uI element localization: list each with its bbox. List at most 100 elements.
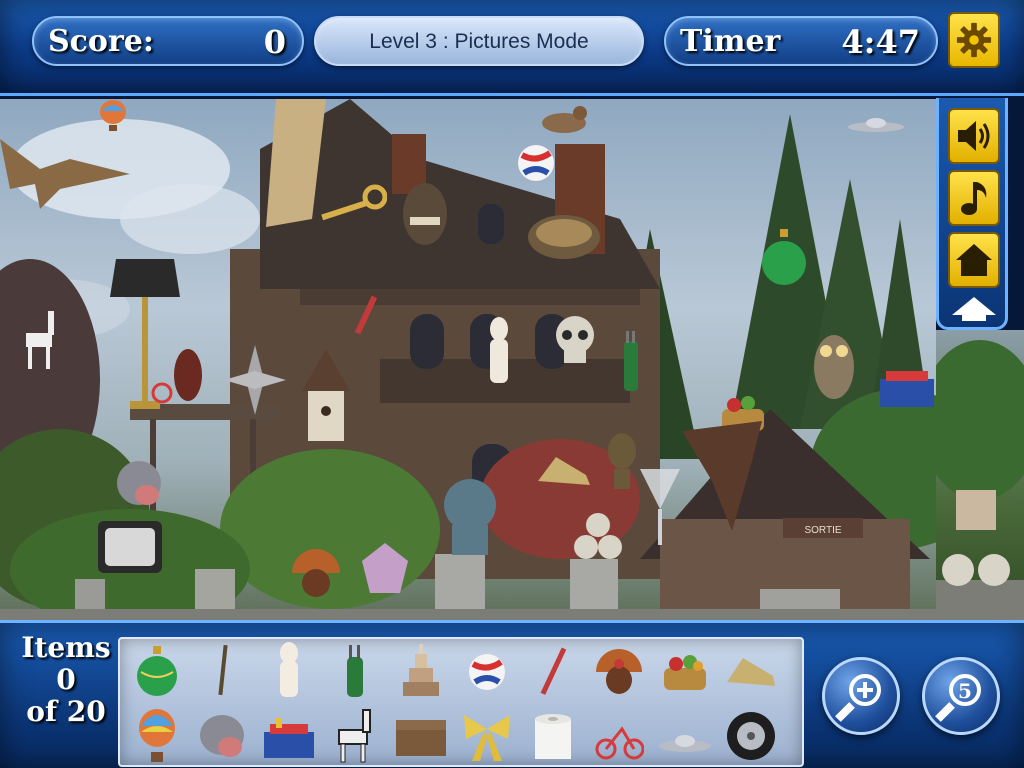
speaker-icon	[958, 121, 990, 151]
tray-item-zebra[interactable]	[326, 707, 384, 765]
side-menu	[936, 98, 1008, 330]
ufo-object[interactable]	[846, 115, 906, 135]
collapse-button[interactable]	[949, 294, 999, 324]
item-list	[118, 637, 804, 767]
crystal-object[interactable]	[360, 543, 410, 595]
tray-item-statue[interactable]	[260, 641, 318, 699]
fruit-basket-icon	[664, 655, 706, 690]
level-display: Level 3 : Pictures Mode	[314, 16, 644, 66]
pinwheel-object[interactable]	[224, 345, 286, 415]
tray-item-ufo[interactable]	[656, 715, 714, 768]
home-button[interactable]	[948, 232, 1000, 288]
gatehouse-sign: SORTIE	[804, 525, 841, 536]
cake-icon	[403, 644, 439, 696]
tray-item-tire[interactable]	[722, 707, 780, 765]
hippo-object[interactable]	[114, 457, 164, 509]
tray-item-shoe[interactable]	[722, 643, 780, 701]
tray-item-bow[interactable]	[458, 707, 516, 765]
tire-icon	[727, 712, 775, 760]
toolbox-icon	[264, 718, 314, 758]
bottom-hud: Items 0 of 20 5	[0, 620, 1024, 768]
hippo-icon	[200, 715, 244, 757]
tray-item-chest[interactable]	[392, 709, 450, 767]
tray-item-turkey[interactable]	[590, 641, 648, 699]
ornament-icon	[137, 646, 177, 696]
statue-object[interactable]	[484, 315, 514, 385]
score-value: 0	[263, 23, 286, 61]
toilet-paper-icon	[535, 714, 571, 759]
hot-air-balloon-icon	[139, 709, 175, 762]
magnifier-plus-icon	[835, 674, 881, 722]
settings-button[interactable]	[948, 12, 1000, 68]
items-total: of 20	[26, 695, 106, 728]
magnifier-hint-icon: 5	[935, 674, 981, 722]
knife-object[interactable]	[348, 295, 384, 353]
home-icon	[956, 244, 992, 276]
items-found: 0	[56, 663, 76, 696]
bat-object[interactable]	[0, 129, 130, 219]
shoe-icon	[727, 658, 775, 686]
zoom-button[interactable]	[822, 657, 900, 735]
volleyball-object[interactable]	[516, 143, 556, 183]
score-label: Score:	[48, 24, 154, 59]
score-display: Score: 0	[32, 16, 304, 66]
tray-item-golf-bag[interactable]	[326, 643, 384, 701]
television-object[interactable]	[96, 519, 164, 581]
items-label: Items	[21, 631, 111, 664]
hints-remaining: 5	[958, 679, 972, 703]
tree-stump-object[interactable]	[672, 421, 772, 531]
timer-display: Timer 4:47	[664, 16, 938, 66]
hint-button[interactable]: 5	[922, 657, 1000, 735]
tray-item-tricycle[interactable]	[590, 709, 648, 767]
sound-button[interactable]	[948, 108, 1000, 164]
tricycle-icon	[595, 726, 644, 760]
tiki-mask-object[interactable]	[400, 181, 450, 247]
ornament-object[interactable]	[760, 229, 808, 289]
skull-object[interactable]	[554, 315, 596, 367]
tray-item-toilet-paper[interactable]	[524, 709, 582, 767]
birdhouse-object[interactable]	[300, 349, 352, 449]
knife-icon	[540, 647, 567, 695]
zebra-object[interactable]	[18, 307, 58, 371]
tray-item-ornament[interactable]	[128, 643, 186, 701]
sparrow-object[interactable]	[536, 99, 592, 139]
skull-pile-object[interactable]	[570, 511, 626, 563]
golf-bag-icon	[347, 645, 363, 697]
toolbox-object[interactable]	[878, 361, 936, 409]
lion-statue-object[interactable]	[440, 475, 500, 557]
tray-item-pencil[interactable]	[194, 643, 252, 701]
tray-item-volleyball[interactable]	[458, 643, 516, 701]
tray-item-hot-air-balloon[interactable]	[128, 707, 186, 765]
tray-item-toolbox[interactable]	[260, 709, 318, 767]
chevron-up-icon	[952, 297, 996, 321]
top-hud: Score: 0 Level 3 : Pictures Mode Timer 4…	[0, 0, 1024, 96]
hot-air-balloon-object[interactable]	[96, 99, 130, 133]
chest-icon	[396, 720, 446, 756]
turkey-icon	[596, 649, 642, 694]
scene-right-art	[936, 340, 1024, 621]
statue-icon	[280, 642, 298, 697]
scene-right-strip[interactable]	[936, 330, 1024, 621]
owl-object[interactable]	[810, 323, 858, 403]
volleyball-icon	[469, 654, 505, 690]
gear-icon	[956, 22, 992, 58]
key-object[interactable]	[315, 183, 387, 229]
timer-label: Timer	[680, 24, 781, 59]
tortoise-object[interactable]	[518, 207, 610, 271]
vase-and-tricycle-object[interactable]	[146, 339, 216, 411]
turkey-object[interactable]	[288, 543, 344, 601]
pencil-icon	[218, 645, 228, 696]
music-note-icon	[961, 182, 987, 215]
tray-item-hippo[interactable]	[194, 707, 252, 765]
golf-bag-object[interactable]	[620, 331, 642, 395]
shoe-object[interactable]	[536, 451, 592, 491]
zebra-icon	[338, 709, 371, 763]
ufo-icon	[659, 735, 711, 752]
music-button[interactable]	[948, 170, 1000, 226]
tray-item-fruit-basket[interactable]	[656, 643, 714, 701]
level-title: Level 3 : Pictures Mode	[369, 30, 589, 53]
tray-item-knife[interactable]	[524, 643, 582, 701]
hidden-object-scene[interactable]: SORTIE	[0, 99, 936, 621]
bow-icon	[464, 715, 510, 761]
tray-item-cake[interactable]	[392, 641, 450, 699]
